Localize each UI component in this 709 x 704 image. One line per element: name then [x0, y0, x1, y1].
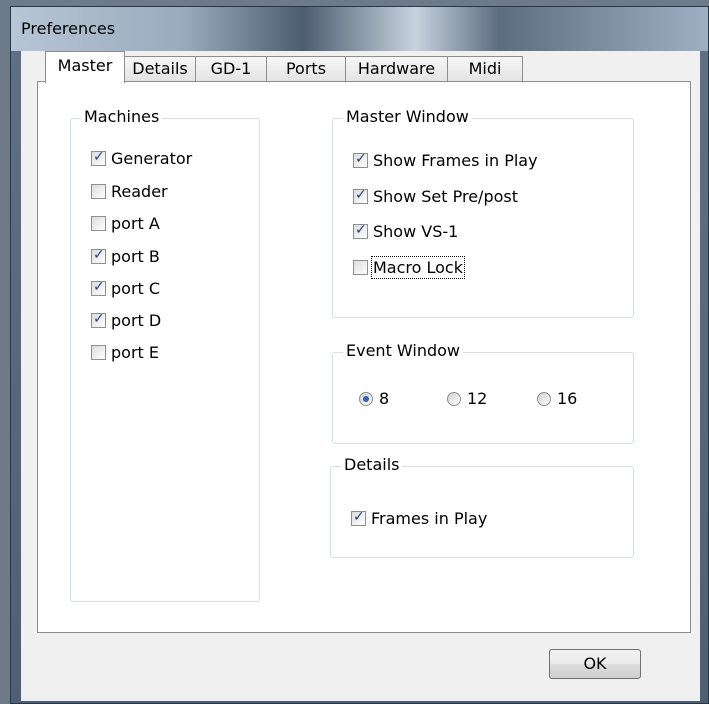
- machine-port-b-checkbox[interactable]: port B: [91, 245, 160, 267]
- radio-button[interactable]: [537, 391, 551, 406]
- checkbox-box[interactable]: [91, 215, 106, 231]
- checkbox-box[interactable]: [91, 183, 106, 199]
- checkbox-label: port A: [111, 213, 160, 233]
- checkbox-box[interactable]: [353, 151, 368, 168]
- checkbox-label: port B: [111, 246, 160, 266]
- tab-master[interactable]: Master: [45, 51, 125, 83]
- event-window-option-8[interactable]: 8: [359, 389, 389, 408]
- tab-gd-1[interactable]: GD-1: [195, 56, 267, 82]
- checkbox-label: Show Set Pre/post: [373, 186, 518, 206]
- show-set-pre-post-checkbox[interactable]: Show Set Pre/post: [353, 185, 518, 207]
- details-group-title: Details: [341, 455, 403, 474]
- tab-midi[interactable]: Midi: [447, 56, 523, 82]
- checkbox-box[interactable]: [91, 279, 106, 296]
- tab-ports[interactable]: Ports: [266, 56, 346, 82]
- checkbox-label: Macro Lock: [371, 255, 465, 279]
- radio-label: 16: [557, 389, 578, 408]
- machine-generator-checkbox[interactable]: Generator: [91, 147, 192, 169]
- radio-label: 8: [379, 389, 390, 408]
- checkbox-label: Show Frames in Play: [373, 150, 538, 170]
- radio-button[interactable]: [447, 391, 461, 406]
- checkbox-label: Frames in Play: [371, 508, 488, 528]
- checkbox-box[interactable]: [91, 149, 106, 166]
- show-vs-1-checkbox[interactable]: Show VS-1: [353, 220, 458, 242]
- checkbox-box[interactable]: [353, 187, 368, 204]
- event-window-group: Event Window 8 12 16: [332, 341, 634, 444]
- machine-port-e-checkbox[interactable]: port E: [91, 341, 159, 363]
- title-bar[interactable]: Preferences: [11, 7, 708, 51]
- checkbox-label: port D: [111, 310, 162, 330]
- dialog-body: Master Details GD-1 Ports Hardware Midi …: [21, 51, 700, 701]
- event-window-option-12[interactable]: 12: [447, 389, 487, 408]
- machine-port-c-checkbox[interactable]: port C: [91, 277, 160, 299]
- show-frames-in-play-checkbox[interactable]: Show Frames in Play: [353, 149, 538, 171]
- checkbox-label: Reader: [111, 181, 168, 201]
- macro-lock-checkbox[interactable]: Macro Lock: [353, 255, 465, 279]
- checkbox-box[interactable]: [353, 222, 368, 239]
- master-window-group: Master Window Show Frames in Play Show S…: [332, 107, 634, 318]
- radio-button[interactable]: [359, 391, 373, 406]
- machine-port-a-checkbox[interactable]: port A: [91, 212, 160, 234]
- details-group: Details Frames in Play: [330, 455, 634, 558]
- ok-button[interactable]: OK: [549, 649, 641, 679]
- checkbox-box[interactable]: [91, 247, 106, 264]
- window-title: Preferences: [21, 19, 116, 38]
- master-tab-page: Machines Generator Reader port A port B: [37, 81, 691, 633]
- event-window-option-16[interactable]: 16: [537, 389, 577, 408]
- preferences-window: Preferences Master Details GD-1 Ports Ha…: [10, 6, 709, 704]
- checkbox-box[interactable]: [91, 344, 106, 360]
- tab-hardware[interactable]: Hardware: [345, 56, 448, 82]
- master-window-group-title: Master Window: [343, 107, 472, 126]
- frames-in-play-checkbox[interactable]: Frames in Play: [351, 507, 487, 529]
- checkbox-label: Show VS-1: [373, 221, 459, 241]
- checkbox-box[interactable]: [351, 509, 366, 526]
- machine-port-d-checkbox[interactable]: port D: [91, 309, 161, 331]
- checkbox-label: Generator: [111, 148, 193, 168]
- checkbox-box[interactable]: [353, 259, 368, 275]
- checkbox-box[interactable]: [91, 311, 106, 328]
- radio-label: 12: [467, 389, 488, 408]
- machines-group: Machines Generator Reader port A port B: [70, 107, 260, 602]
- tab-details[interactable]: Details: [124, 56, 196, 82]
- event-window-group-title: Event Window: [343, 341, 464, 360]
- checkbox-label: port C: [111, 278, 161, 298]
- tab-strip: Master Details GD-1 Ports Hardware Midi: [21, 51, 700, 83]
- machine-reader-checkbox[interactable]: Reader: [91, 180, 168, 202]
- machines-group-title: Machines: [81, 107, 163, 126]
- checkbox-label: port E: [111, 342, 159, 362]
